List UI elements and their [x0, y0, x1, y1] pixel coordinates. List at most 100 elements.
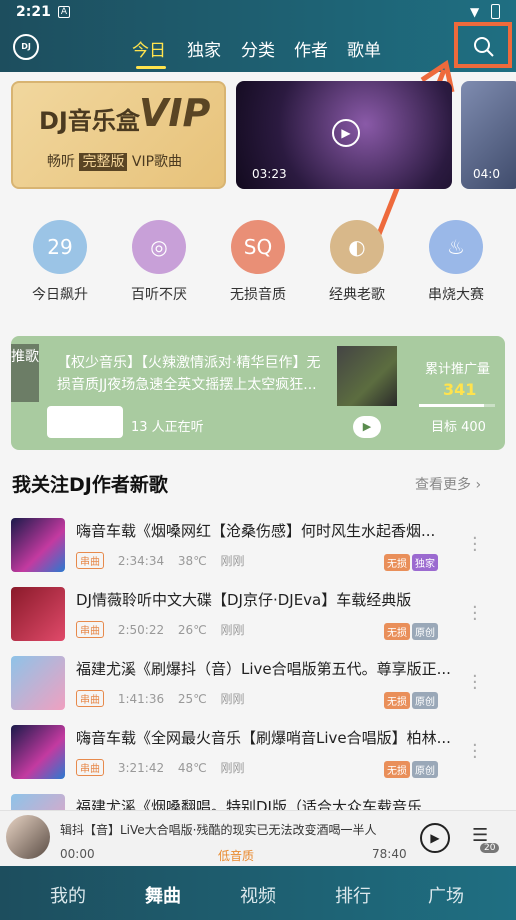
- vip-logo: VIP: [139, 91, 211, 135]
- song-duration: 3:21:42: [117, 761, 165, 775]
- song-badge: 原创: [412, 692, 438, 709]
- song-badge: 无损: [384, 761, 410, 778]
- more-icon[interactable]: · · ·: [472, 668, 478, 698]
- song-title: 嗨音车载《烟嗓网红【沧桑伤感】何时风生水起香烟...: [76, 522, 436, 540]
- tab-author[interactable]: 作者: [294, 36, 328, 61]
- player-avatar: [6, 815, 50, 859]
- nav-square[interactable]: 广场: [428, 882, 464, 908]
- tab-playlist[interactable]: 歌单: [347, 36, 381, 61]
- song-badges: 无损 独家: [384, 552, 440, 571]
- nav-ranking[interactable]: 排行: [335, 882, 371, 908]
- listener-avatars: [47, 406, 123, 438]
- song-row[interactable]: 嗨音车载《烟嗓网红【沧桑伤感】何时风生水起香烟... 串曲 2:34:34 38…: [0, 514, 516, 582]
- song-badge: 独家: [412, 554, 438, 571]
- song-time: 刚刚: [220, 761, 245, 775]
- tab-today[interactable]: 今日: [132, 36, 166, 61]
- category-rising[interactable]: 29 今日飙升: [20, 220, 100, 304]
- player-time-current: 00:00: [60, 847, 95, 861]
- category-label: 经典老歌: [329, 287, 385, 303]
- category-label: 无损音质: [230, 287, 286, 303]
- shell-icon: ◐: [330, 220, 384, 274]
- category-label: 百听不厌: [131, 287, 187, 303]
- calendar-icon: 29: [33, 220, 87, 274]
- category-label: 今日飙升: [32, 287, 88, 303]
- song-thumbnail: [11, 656, 65, 710]
- play-icon: ▶: [332, 119, 360, 147]
- status-time: 2:21: [16, 4, 51, 20]
- song-row[interactable]: 嗨音车载《全网最火音乐【刷爆哨音Live合唱版】柏林... 串曲 3:21:42…: [0, 721, 516, 789]
- category-label: 串烧大赛: [428, 287, 484, 303]
- song-heat: 38℃: [177, 554, 207, 568]
- play-pause-button[interactable]: ▶: [420, 823, 450, 853]
- recommend-cover: [337, 346, 397, 406]
- vip-banner[interactable]: DJ音乐盒 VIP 畅听 完整版 VIP歌曲: [11, 81, 226, 189]
- song-heat: 26℃: [177, 623, 207, 637]
- song-badges: 无损 原创: [384, 690, 440, 709]
- category-lossless[interactable]: SQ 无损音质: [218, 220, 298, 304]
- song-title: 嗨音车载《全网最火音乐【刷爆哨音Live合唱版】柏林...: [76, 729, 451, 747]
- battery-icon: [491, 4, 500, 19]
- song-time: 刚刚: [220, 623, 245, 637]
- nav-dance[interactable]: 舞曲: [145, 882, 181, 908]
- more-icon[interactable]: · · ·: [472, 530, 478, 560]
- active-tab-indicator: [136, 66, 166, 69]
- recommend-card[interactable]: 推歌 【权少音乐】【火辣激情派对·精华巨作】无损音质JJ夜场急速全英文摇摆上太空…: [11, 336, 505, 450]
- song-meta: 串曲 3:21:42 48℃ 刚刚: [76, 759, 255, 776]
- song-thumbnail: [11, 725, 65, 779]
- flame-icon: ♨: [429, 220, 483, 274]
- category-classic[interactable]: ◐ 经典老歌: [317, 220, 397, 304]
- song-time: 刚刚: [220, 692, 245, 706]
- song-type-tag: 串曲: [76, 759, 104, 776]
- playlist-count: 20: [480, 843, 500, 853]
- notification-icon: A: [58, 6, 70, 18]
- video-banner-2[interactable]: 04:0: [461, 81, 516, 189]
- tab-category[interactable]: 分类: [241, 36, 275, 61]
- recommend-play-button[interactable]: ▶: [353, 416, 381, 438]
- nav-mine[interactable]: 我的: [50, 882, 86, 908]
- video-duration: 04:0: [473, 167, 500, 181]
- song-badge: 无损: [384, 623, 410, 640]
- song-duration: 1:41:36: [117, 692, 165, 706]
- song-badge: 原创: [412, 761, 438, 778]
- song-type-tag: 串曲: [76, 552, 104, 569]
- song-meta: 串曲 2:34:34 38℃ 刚刚: [76, 552, 255, 569]
- song-heat: 48℃: [177, 761, 207, 775]
- see-more-link[interactable]: 查看更多 ›: [415, 474, 481, 494]
- headphones-icon: SQ: [231, 220, 285, 274]
- song-thumbnail: [11, 587, 65, 641]
- song-meta: 串曲 2:50:22 26℃ 刚刚: [76, 621, 255, 638]
- mini-player[interactable]: 辑抖【音】LiVe大合唱版·残酷的现实已无法改变酒喝一半人 00:00 低音质 …: [0, 810, 516, 866]
- status-bar: 2:21 A ▼: [0, 0, 516, 26]
- song-meta: 串曲 1:41:36 25℃ 刚刚: [76, 690, 255, 707]
- song-duration: 2:34:34: [117, 554, 165, 568]
- category-favorites[interactable]: ◎ 百听不厌: [119, 220, 199, 304]
- tab-exclusive[interactable]: 独家: [187, 36, 221, 61]
- recommend-side-label: 推歌: [11, 344, 39, 402]
- video-banner-1[interactable]: ▶ 03:23: [236, 81, 452, 189]
- song-badges: 无损 原创: [384, 759, 440, 778]
- song-row[interactable]: DJ情薇聆听中文大碟【DJ京仔·DJEva】车载经典版 串曲 2:50:22 2…: [0, 583, 516, 651]
- song-time: 刚刚: [220, 554, 245, 568]
- vip-title: DJ音乐盒: [39, 107, 140, 135]
- more-icon[interactable]: · · ·: [472, 599, 478, 629]
- more-icon[interactable]: · · ·: [472, 737, 478, 767]
- search-button[interactable]: [454, 22, 512, 68]
- song-thumbnail: [11, 518, 65, 572]
- search-icon: [474, 37, 494, 57]
- song-title: 福建尤溪《刷爆抖（音）Live合唱版第五代。尊享版正...: [76, 660, 451, 678]
- video-duration: 03:23: [252, 167, 287, 181]
- promo-value: 341: [443, 380, 477, 399]
- song-title: DJ情薇聆听中文大碟【DJ京仔·DJEva】车载经典版: [76, 591, 412, 609]
- nav-video[interactable]: 视频: [240, 882, 276, 908]
- song-badge: 无损: [384, 692, 410, 709]
- category-medley[interactable]: ♨ 串烧大赛: [416, 220, 496, 304]
- app-logo-icon[interactable]: DJ: [13, 34, 39, 60]
- promo-label: 累计推广量: [425, 362, 491, 377]
- player-quality[interactable]: 低音质: [218, 847, 254, 864]
- promo-goal: 目标 400: [431, 420, 486, 435]
- disc-icon: ◎: [132, 220, 186, 274]
- song-heat: 25℃: [177, 692, 207, 706]
- vip-subtitle: 畅听 完整版 VIP歌曲: [47, 153, 183, 171]
- recommend-text: 【权少音乐】【火辣激情派对·精华巨作】无损音质JJ夜场急速全英文摇摆上太空疯狂.…: [57, 355, 321, 393]
- song-row[interactable]: 福建尤溪《刷爆抖（音）Live合唱版第五代。尊享版正... 串曲 1:41:36…: [0, 652, 516, 720]
